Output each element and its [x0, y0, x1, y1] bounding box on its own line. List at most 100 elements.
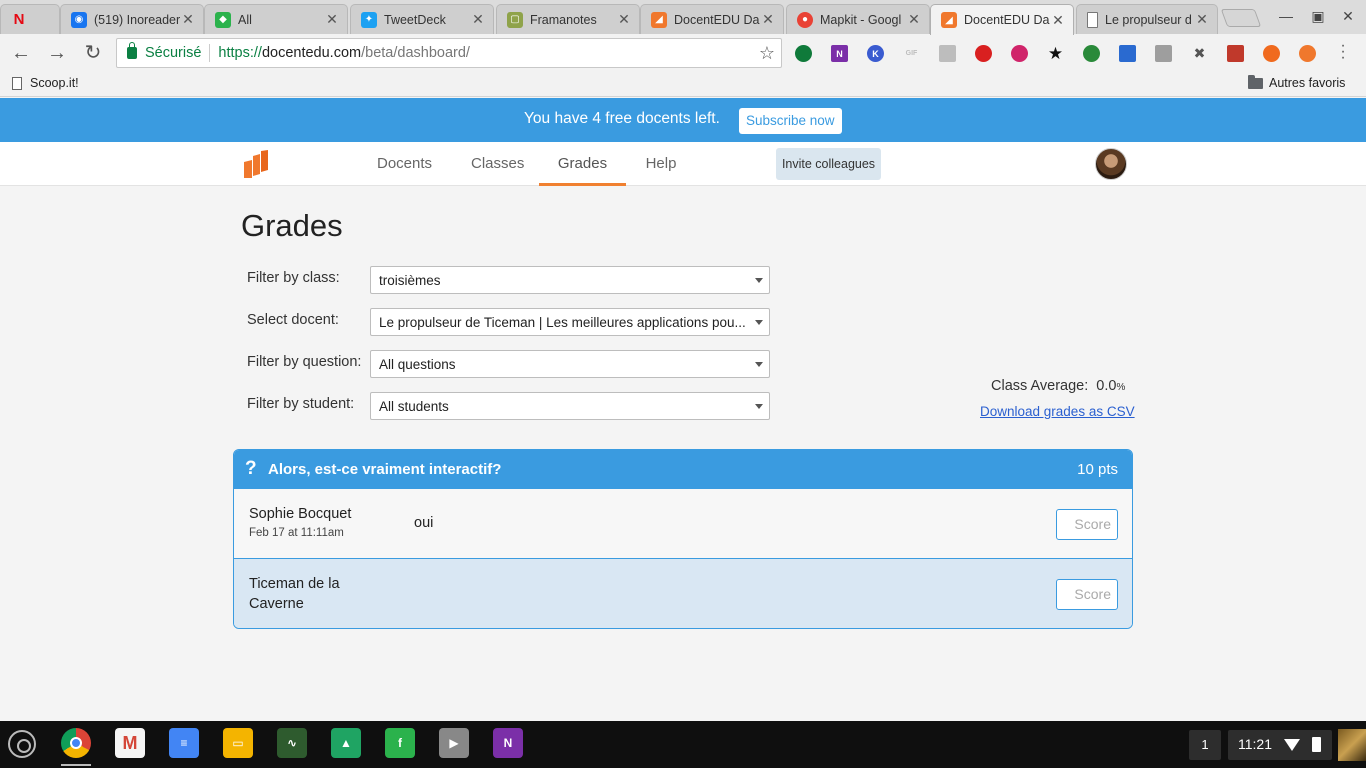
select-docent-label: Select docent: — [247, 312, 339, 328]
bookmark-star-icon[interactable]: ☆ — [759, 43, 775, 64]
answer-row: Ticeman de la Caverne Score — [234, 558, 1132, 628]
page-title: Grades — [241, 208, 343, 243]
filter-question-select[interactable]: All questions — [370, 350, 770, 378]
close-tab-icon[interactable]: ✕ — [1051, 12, 1065, 29]
docentedu-logo-icon[interactable] — [244, 150, 268, 178]
score-input[interactable]: Score — [1056, 579, 1118, 610]
chrome-icon[interactable] — [61, 728, 91, 758]
red-ext-icon[interactable] — [975, 45, 992, 62]
user-profile-icon[interactable] — [1338, 729, 1366, 761]
url-host: docentedu.com — [261, 45, 362, 61]
stream-icon[interactable]: ∿ — [277, 728, 307, 758]
subscribe-button[interactable]: Subscribe now — [739, 108, 842, 134]
download-csv-link[interactable]: Download grades as CSV — [980, 404, 1135, 419]
question-mark-icon: ? — [245, 458, 257, 479]
gray-ext-icon[interactable] — [1155, 45, 1172, 62]
address-bar[interactable]: Sécurisé https:// docentedu.com /beta/da… — [116, 38, 782, 68]
slides-icon[interactable]: ▭ — [223, 728, 253, 758]
nav-help[interactable]: Help — [645, 142, 677, 186]
page-icon — [1087, 11, 1098, 28]
minimize-window-icon[interactable]: — — [1278, 8, 1294, 24]
feedly-icon[interactable]: f — [385, 728, 415, 758]
cast-ext-icon[interactable] — [1119, 45, 1136, 62]
nav-docents[interactable]: Docents — [377, 142, 432, 186]
onenote-ext-icon[interactable]: N — [831, 45, 848, 62]
close-tab-icon[interactable]: ✕ — [907, 11, 921, 28]
answer-text: oui — [414, 515, 434, 531]
close-tab-icon[interactable]: ✕ — [1195, 11, 1209, 28]
k-ext-icon[interactable]: K — [867, 45, 884, 62]
docentedu-icon: ◢ — [941, 12, 957, 28]
rss-ext-icon[interactable] — [939, 45, 956, 62]
onenote-icon[interactable]: N — [493, 728, 523, 758]
tab-netflix[interactable]: N — [0, 4, 60, 34]
score-input[interactable]: Score — [1056, 509, 1118, 540]
chevron-down-icon — [755, 320, 763, 325]
close-tab-icon[interactable]: ✕ — [325, 11, 339, 28]
new-tab-button[interactable] — [1220, 9, 1262, 27]
reload-icon[interactable]: ↻ — [82, 42, 104, 64]
tab-inoreader[interactable]: ◉ (519) Inoreader ✕ — [60, 4, 204, 34]
close-tab-icon[interactable]: ✕ — [471, 11, 485, 28]
browser-tab-strip: N ◉ (519) Inoreader ✕ ◆ All ✕ ✦ TweetDec… — [0, 0, 1366, 35]
close-tab-icon[interactable]: ✕ — [761, 11, 775, 28]
orange-ext-icon[interactable] — [1263, 45, 1280, 62]
tab-docentedu-active[interactable]: ◢ DocentEDU Da ✕ — [930, 4, 1074, 35]
gmail-icon[interactable]: M — [115, 728, 145, 758]
tab-le-propulseur[interactable]: Le propulseur d ✕ — [1076, 4, 1218, 34]
tab-tweetdeck[interactable]: ✦ TweetDeck ✕ — [350, 4, 494, 34]
inoreader-icon: ◉ — [71, 11, 87, 28]
question-header: ? Alors, est-ce vraiment interactif? 10 … — [234, 450, 1132, 488]
drive-icon[interactable]: ▲ — [331, 728, 361, 758]
book-ext-icon[interactable] — [1227, 45, 1244, 62]
tab-mapkit[interactable]: ● Mapkit - Googl ✕ — [786, 4, 930, 34]
close-tab-icon[interactable]: ✕ — [617, 11, 631, 28]
user-avatar[interactable] — [1095, 148, 1127, 180]
tab-title: TweetDeck — [384, 12, 446, 27]
tab-docentedu[interactable]: ◢ DocentEDU Da ✕ — [640, 4, 784, 34]
url-path: /beta/dashboard/ — [361, 45, 470, 61]
docentedu-ext-icon[interactable] — [1299, 45, 1316, 62]
back-icon[interactable]: ← — [10, 42, 32, 64]
status-tray[interactable]: 11:21 — [1228, 730, 1332, 760]
notification-count[interactable]: 1 — [1189, 730, 1221, 760]
filter-student-select[interactable]: All students — [370, 392, 770, 420]
turtle-ext-icon[interactable] — [1083, 45, 1100, 62]
nav-grades[interactable]: Grades — [539, 142, 626, 186]
tab-title: Le propulseur d — [1105, 12, 1192, 27]
gif-ext-icon[interactable]: GIF — [903, 45, 920, 62]
pink-ext-icon[interactable] — [1011, 45, 1028, 62]
maximize-window-icon[interactable]: ▣ — [1310, 8, 1326, 24]
close-tab-icon[interactable]: ✕ — [181, 11, 195, 28]
tab-title: DocentEDU Da — [964, 13, 1050, 27]
star-ext-icon[interactable]: ★ — [1047, 44, 1064, 63]
mapkit-icon: ● — [797, 11, 813, 28]
chevron-down-icon — [755, 362, 763, 367]
launcher-icon[interactable] — [8, 730, 36, 758]
filter-student-label: Filter by student: — [247, 396, 355, 412]
browser-menu-icon[interactable]: · · · — [1338, 38, 1348, 66]
question-points: 10 pts — [1077, 461, 1118, 478]
invite-colleagues-button[interactable]: Invite colleagues — [776, 148, 881, 180]
class-average: Class Average: 0.0% — [991, 378, 1125, 394]
chevron-down-icon — [755, 278, 763, 283]
tab-framanotes[interactable]: ▢ Framanotes ✕ — [496, 4, 640, 34]
filter-class-select[interactable]: troisièmes — [370, 266, 770, 294]
play-store-icon[interactable]: ▶ — [439, 728, 469, 758]
close-window-icon[interactable]: ✕ — [1340, 8, 1356, 24]
forward-icon[interactable]: → — [46, 42, 68, 64]
ext-green-icon[interactable] — [795, 45, 812, 62]
docs-icon[interactable]: ≡ — [169, 728, 199, 758]
clock: 11:21 — [1238, 736, 1272, 752]
bookmark-scoopit[interactable]: Scoop.it! — [12, 76, 79, 90]
tab-feedly[interactable]: ◆ All ✕ — [204, 4, 348, 34]
banner-message: You have 4 free docents left. — [524, 110, 720, 127]
select-value: troisièmes — [379, 273, 441, 288]
tools-ext-icon[interactable]: ✖ — [1191, 45, 1208, 62]
docentedu-icon: ◢ — [651, 11, 667, 28]
select-docent-select[interactable]: Le propulseur de Ticeman | Les meilleure… — [370, 308, 770, 336]
tab-title: All — [238, 12, 252, 27]
bookmark-other-folder[interactable]: Autres favoris — [1248, 74, 1345, 90]
nav-classes[interactable]: Classes — [471, 142, 524, 186]
student-name: Ticeman de la Caverne — [249, 576, 340, 612]
